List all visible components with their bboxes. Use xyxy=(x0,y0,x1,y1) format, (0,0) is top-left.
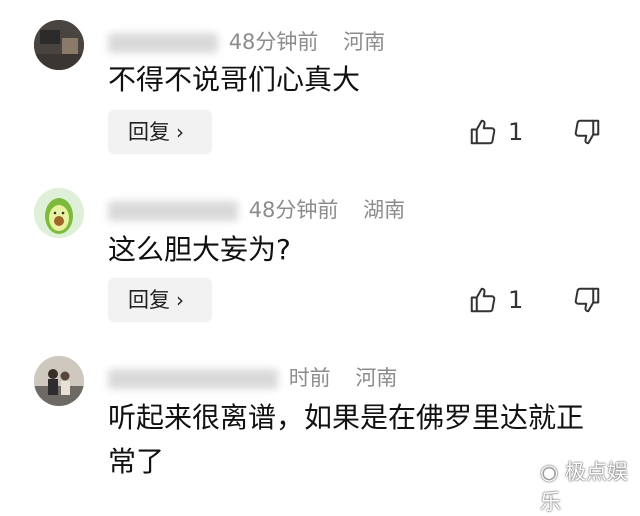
comment-location: 河南 xyxy=(355,366,398,390)
comment-time: 时前 xyxy=(288,366,331,390)
thumbs-up-icon xyxy=(470,119,496,145)
avatar[interactable] xyxy=(34,356,84,406)
comment-location: 河南 xyxy=(343,30,386,54)
comment-time: 48分钟前 xyxy=(248,198,339,222)
username-blurred xyxy=(108,369,278,389)
dislike-button[interactable] xyxy=(572,112,602,152)
chevron-right-icon: › xyxy=(176,120,184,144)
thumbs-up-icon xyxy=(470,287,496,313)
reply-label: 回复 xyxy=(128,120,170,144)
like-count: 1 xyxy=(508,286,524,314)
avatar[interactable] xyxy=(34,20,84,70)
thumbs-down-icon xyxy=(574,287,600,313)
dislike-button[interactable] xyxy=(572,280,602,320)
comment-text: 这么胆大妄为? xyxy=(108,233,291,266)
reply-label: 回复 xyxy=(128,288,170,312)
avatar[interactable] xyxy=(34,188,84,238)
like-button[interactable]: 1 xyxy=(468,112,523,152)
comment-text: 听起来很离谱，如果是在佛罗里达就正常了 xyxy=(108,401,585,478)
weibo-icon: ◉ xyxy=(540,460,559,484)
watermark: ◉ 极点娱乐 xyxy=(540,456,640,516)
comment-time: 48分钟前 xyxy=(228,30,319,54)
reply-button[interactable]: 回复 › xyxy=(108,278,212,322)
thumbs-down-icon xyxy=(574,119,600,145)
username-blurred xyxy=(108,201,238,221)
comment-meta: 时前 河南 xyxy=(108,362,397,392)
comment-text: 不得不说哥们心真大 xyxy=(108,63,361,96)
like-button[interactable]: 1 xyxy=(468,280,523,320)
comment-meta: 48分钟前 湖南 xyxy=(108,194,405,224)
username-blurred xyxy=(108,33,218,53)
chevron-right-icon: › xyxy=(176,288,184,312)
reply-button[interactable]: 回复 › xyxy=(108,110,212,154)
comment-location: 湖南 xyxy=(363,198,406,222)
like-count: 1 xyxy=(508,118,524,146)
comment-meta: 48分钟前 河南 xyxy=(108,26,385,56)
